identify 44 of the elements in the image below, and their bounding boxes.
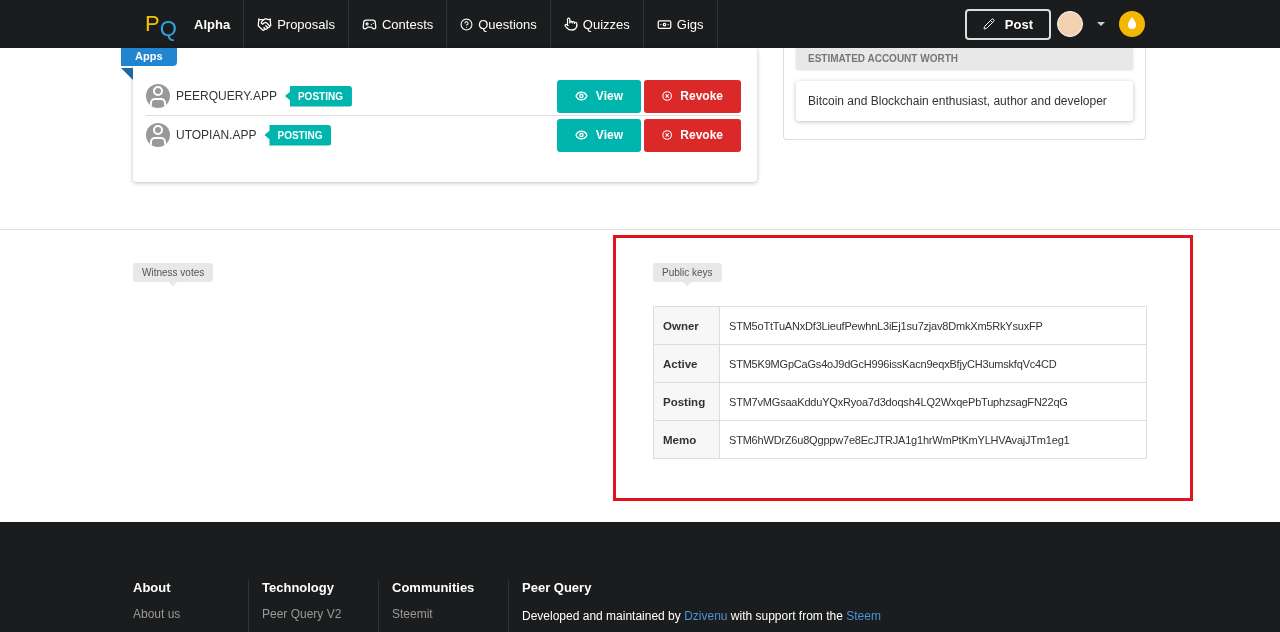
key-value-cell: STM6hWDrZ6u8Qgppw7e8EcJTRJA1g1hrWmPtKmYLHVAvajJTm1eg1: [719, 420, 1147, 459]
question-icon: [460, 17, 474, 31]
key-name-cell: Posting: [653, 382, 720, 421]
close-icon: [662, 89, 673, 103]
close-icon: [662, 128, 673, 142]
key-name-cell: Memo: [653, 420, 720, 459]
ribbon-fold: [121, 68, 133, 80]
gamepad-icon: [361, 16, 377, 32]
permission-tag: POSTING: [284, 85, 352, 107]
bio-text: Bitcoin and Blockchain enthusiast, author and developer: [796, 81, 1133, 121]
app-name: UTOPIAN.APP: [176, 128, 257, 142]
author-link[interactable]: Dzivenu: [684, 609, 728, 623]
apps-ribbon: Apps: [121, 48, 177, 66]
footer-heading: Communities: [392, 580, 476, 595]
key-value-cell: STM7vMGsaaKdduYQxRyoa7d3doqsh4LQ2WxqePbTuphzsagFN22qG: [719, 382, 1147, 421]
revoke-button[interactable]: Revoke: [644, 118, 741, 152]
footer-link[interactable]: Peer Query V2: [262, 607, 378, 621]
footer-link[interactable]: Steemit: [392, 607, 508, 621]
key-name-cell: Owner: [653, 306, 720, 345]
footer-link[interactable]: About us: [133, 607, 248, 621]
caret-icon[interactable]: [1097, 22, 1105, 26]
handshake-icon: [257, 16, 273, 32]
pointer-icon: [563, 17, 578, 31]
drop-icon[interactable]: [1119, 11, 1145, 37]
pencil-icon: [982, 18, 995, 30]
footer-text: Developed and maintained by Dzivenu with support from the Steem: [522, 609, 881, 623]
eye-icon: [575, 128, 588, 142]
user-icon: [146, 84, 170, 108]
logo[interactable]: PQ: [145, 0, 181, 48]
eye-icon: [575, 89, 588, 103]
footer-heading: About: [133, 580, 172, 595]
account-worth-label: ESTIMATED ACCOUNT WORTH: [796, 48, 1133, 69]
post-button[interactable]: Post: [964, 8, 1051, 40]
key-value-cell: STM5oTtTuANxDf3LieufPewhnL3iEj1su7zjav8DmkXm5RkYsuxFP: [719, 306, 1147, 345]
footer-heading: Peer Query: [522, 580, 593, 595]
key-name-cell: Active: [653, 344, 720, 383]
user-icon: [146, 123, 170, 147]
steem-link[interactable]: Steem: [846, 609, 881, 623]
permission-tag: POSTING: [264, 124, 332, 146]
avatar[interactable]: [1057, 11, 1083, 37]
revoke-button[interactable]: Revoke: [644, 79, 741, 113]
app-name: PEERQUERY.APP: [176, 89, 277, 103]
footer-heading: Technology: [262, 580, 335, 595]
key-value-cell: STM5K9MGpCaGs4oJ9dGcH996issKacn9eqxBfjyCH3umskfqVc4CD: [719, 344, 1147, 383]
